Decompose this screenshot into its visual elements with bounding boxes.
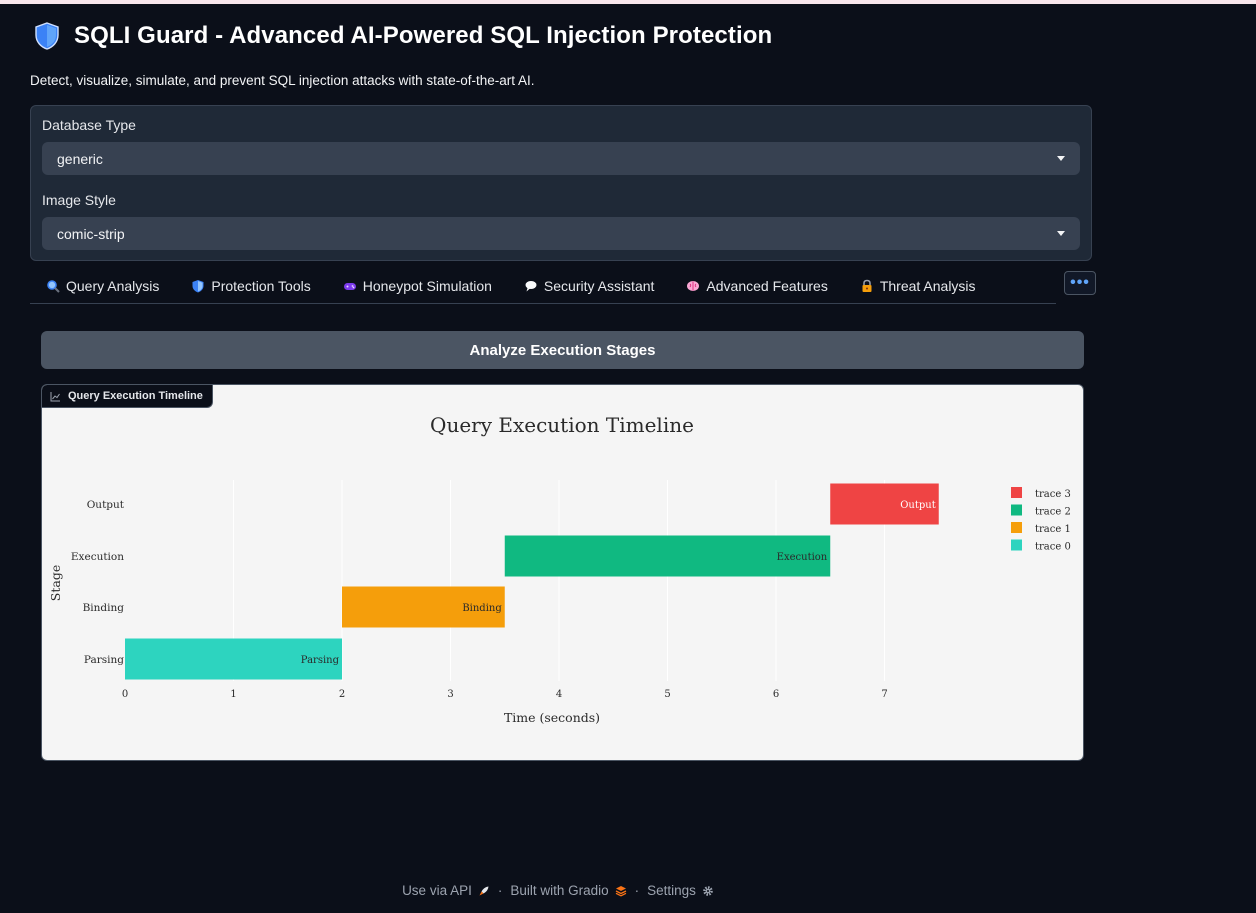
y-tick-labels: Parsing Binding Execution Output <box>71 499 125 666</box>
tab-label: Query Analysis <box>66 278 160 294</box>
chevron-down-icon <box>1057 231 1065 236</box>
brain-icon <box>687 281 700 291</box>
use-via-api-text: Use via API <box>402 883 472 898</box>
lock-icon <box>862 279 872 292</box>
tab-honeypot-simulation[interactable]: Honeypot Simulation <box>343 278 492 294</box>
footer: Use via API · Built with Gradio · Settin… <box>0 883 1116 898</box>
tab-query-analysis[interactable]: Query Analysis <box>46 278 159 294</box>
y-tick-label: Parsing <box>84 654 124 666</box>
page-title: SQLI Guard - Advanced AI-Powered SQL Inj… <box>74 22 773 49</box>
tab-label: Advanced Features <box>706 278 828 294</box>
legend-label: trace 1 <box>1035 524 1071 535</box>
legend-item[interactable]: trace 2 <box>1011 504 1071 518</box>
built-with-gradio-link[interactable]: Built with Gradio <box>510 883 626 898</box>
bar-label: Binding <box>462 603 502 614</box>
analyze-execution-stages-button[interactable]: Analyze Execution Stages <box>41 331 1084 369</box>
x-axis-title: Time (seconds) <box>504 710 600 725</box>
legend-label: trace 0 <box>1035 542 1071 553</box>
tab-advanced-features[interactable]: Advanced Features <box>686 278 828 294</box>
legend-swatch <box>1011 487 1022 498</box>
chart-title: Query Execution Timeline <box>430 413 694 437</box>
y-tick-label: Binding <box>83 602 125 614</box>
gamepad-icon <box>343 283 356 290</box>
image-style-value: comic-strip <box>57 225 125 242</box>
page-subtitle: Detect, visualize, simulate, and prevent… <box>30 73 535 88</box>
speech-bubble-icon <box>525 281 537 292</box>
bar-label: Parsing <box>301 655 340 666</box>
tab-bar: Query Analysis Protection Tools Honeypot… <box>30 271 1096 304</box>
y-tick-label: Output <box>87 499 125 511</box>
y-tick-label: Execution <box>71 551 124 563</box>
app-container: SQLI Guard - Advanced AI-Powered SQL Inj… <box>30 4 1096 304</box>
tab-label: Threat Analysis <box>879 278 976 294</box>
gear-icon <box>703 885 713 896</box>
chart-legend: trace 3 trace 2 trace 1 trace 0 <box>1011 487 1071 553</box>
more-tabs-button[interactable]: ••• <box>1064 271 1096 295</box>
tab-security-assistant[interactable]: Security Assistant <box>524 278 655 294</box>
legend-item[interactable]: trace 0 <box>1011 539 1071 553</box>
legend-item[interactable]: trace 1 <box>1011 522 1071 535</box>
image-style-label: Image Style <box>42 192 116 208</box>
shield-icon <box>192 280 204 293</box>
database-type-value: generic <box>57 150 103 167</box>
legend-swatch <box>1011 539 1022 551</box>
database-type-dropdown[interactable]: generic <box>42 142 1080 175</box>
x-tick-label: 6 <box>773 689 779 700</box>
y-axis-title: Stage <box>48 565 63 601</box>
legend-swatch <box>1011 504 1022 516</box>
bar-label: Execution <box>777 552 828 563</box>
footer-separator: · <box>634 883 640 898</box>
tab-protection-tools[interactable]: Protection Tools <box>191 278 311 294</box>
settings-link[interactable]: Settings <box>647 883 714 898</box>
rocket-icon <box>479 886 489 895</box>
header: SQLI Guard - Advanced AI-Powered SQL Inj… <box>30 20 1096 52</box>
built-with-gradio-text: Built with Gradio <box>510 883 609 898</box>
legend-label: trace 3 <box>1035 489 1071 500</box>
x-tick-label: 4 <box>556 689 562 700</box>
database-type-label: Database Type <box>42 117 136 133</box>
bar-label: Output <box>900 500 936 511</box>
footer-separator: · <box>497 883 503 898</box>
gradio-logo-icon <box>615 885 626 897</box>
settings-text: Settings <box>647 883 696 898</box>
chevron-down-icon <box>1057 156 1065 161</box>
x-tick-label: 2 <box>339 689 345 700</box>
image-style-dropdown[interactable]: comic-strip <box>42 217 1080 250</box>
x-tick-label: 3 <box>447 689 453 700</box>
shield-icon <box>35 22 59 50</box>
tab-threat-analysis[interactable]: Threat Analysis <box>860 278 976 294</box>
x-tick-labels: 0 1 2 3 4 5 6 7 <box>122 689 888 700</box>
x-tick-label: 7 <box>881 689 887 700</box>
use-via-api-link[interactable]: Use via API <box>402 883 490 898</box>
tab-label: Protection Tools <box>211 278 311 294</box>
tab-label: Honeypot Simulation <box>362 278 492 294</box>
timeline-chart: Query Execution Timeline Parsing Binding E… <box>48 413 1071 725</box>
legend-label: trace 2 <box>1035 507 1071 518</box>
tab-label: Security Assistant <box>543 278 655 294</box>
magnifier-icon <box>47 280 60 293</box>
x-tick-label: 5 <box>664 689 670 700</box>
chart-bars: Parsing Binding Execution Output <box>125 483 939 680</box>
x-tick-label: 0 <box>122 689 128 700</box>
legend-item[interactable]: trace 3 <box>1011 487 1071 500</box>
legend-swatch <box>1011 522 1022 533</box>
x-tick-label: 1 <box>230 689 236 700</box>
settings-panel: Database Type generic Image Style comic-… <box>30 105 1092 261</box>
plot-panel: Query Execution Timeline Query Execution… <box>41 384 1084 761</box>
